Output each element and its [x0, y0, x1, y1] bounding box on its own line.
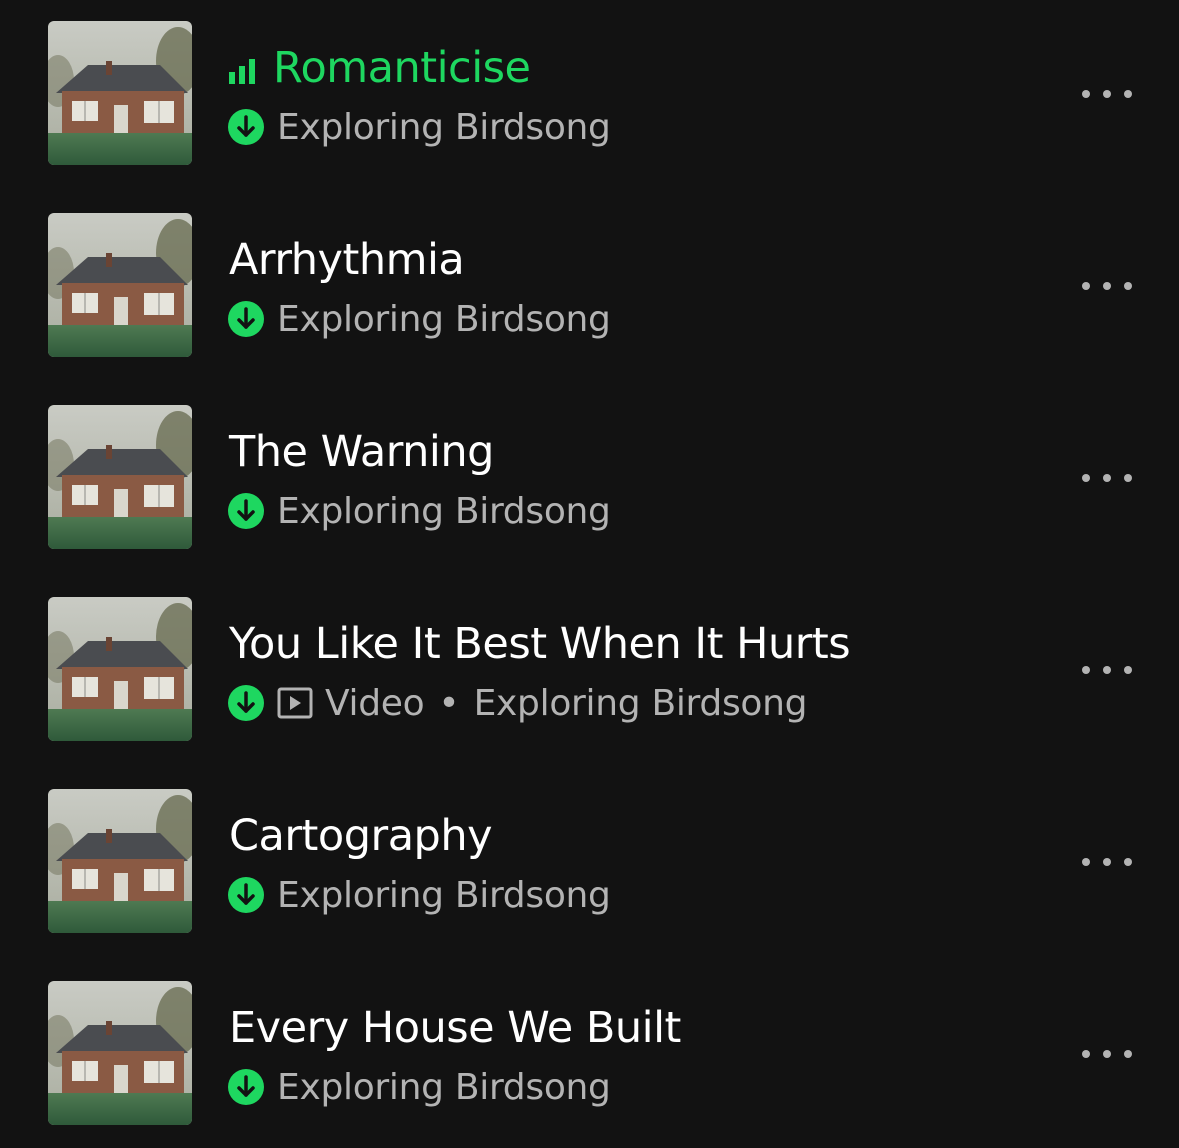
- more-dot: [1124, 474, 1132, 482]
- download-icon: [228, 109, 264, 145]
- track-title-row: Cartography: [229, 808, 493, 864]
- track-subtitle-row: Exploring Birdsong: [227, 1064, 611, 1110]
- track-artist[interactable]: Exploring Birdsong: [474, 683, 808, 724]
- more-dot: [1103, 1050, 1111, 1058]
- download-icon: [228, 301, 264, 337]
- video-icon: [277, 687, 313, 719]
- album-art: [48, 213, 192, 357]
- more-dot: [1082, 858, 1090, 866]
- track-row[interactable]: Romanticise Exploring Birdsong: [0, 0, 1179, 192]
- album-art: [48, 981, 192, 1125]
- track-row[interactable]: The Warning Exploring Birdsong: [0, 384, 1179, 576]
- track-subtitle-row: Video • Exploring Birdsong: [227, 680, 808, 726]
- more-dot: [1124, 1050, 1132, 1058]
- track-title-row: You Like It Best When It Hurts: [229, 616, 851, 672]
- more-options-button[interactable]: [1076, 648, 1138, 692]
- track-row[interactable]: Cartography Exploring Birdsong: [0, 768, 1179, 960]
- more-options-button[interactable]: [1076, 840, 1138, 884]
- more-dot: [1103, 282, 1111, 290]
- download-icon: [228, 1069, 264, 1105]
- track-title: Romanticise: [273, 43, 531, 93]
- track-subtitle-row: Exploring Birdsong: [227, 104, 611, 150]
- track-title: Every House We Built: [229, 1003, 681, 1053]
- track-title-row: The Warning: [229, 424, 494, 480]
- track-subtitle-row: Exploring Birdsong: [227, 296, 611, 342]
- track-subtitle-row: Exploring Birdsong: [227, 488, 611, 534]
- track-artist[interactable]: Exploring Birdsong: [277, 107, 611, 148]
- track-row[interactable]: Arrhythmia Exploring Birdsong: [0, 192, 1179, 384]
- album-art: [48, 21, 192, 165]
- more-options-button[interactable]: [1076, 72, 1138, 116]
- more-dot: [1103, 666, 1111, 674]
- track-title: Cartography: [229, 811, 493, 861]
- more-dot: [1103, 90, 1111, 98]
- more-dot: [1082, 474, 1090, 482]
- more-options-button[interactable]: [1076, 264, 1138, 308]
- equalizer-icon: [229, 58, 259, 84]
- more-dot: [1124, 858, 1132, 866]
- track-row[interactable]: You Like It Best When It Hurts Video • E…: [0, 576, 1179, 768]
- album-art: [48, 597, 192, 741]
- track-title-row: Romanticise: [229, 40, 531, 96]
- track-title-row: Arrhythmia: [229, 232, 465, 288]
- more-dot: [1082, 1050, 1090, 1058]
- download-icon: [228, 685, 264, 721]
- track-artist[interactable]: Exploring Birdsong: [277, 491, 611, 532]
- separator-dot: •: [438, 682, 460, 724]
- album-art: [48, 789, 192, 933]
- more-options-button[interactable]: [1076, 456, 1138, 500]
- track-title-row: Every House We Built: [229, 1000, 681, 1056]
- track-row[interactable]: Every House We Built Exploring Birdsong: [0, 960, 1179, 1148]
- album-art: [48, 405, 192, 549]
- more-dot: [1103, 858, 1111, 866]
- more-dot: [1124, 282, 1132, 290]
- track-title: The Warning: [229, 427, 494, 477]
- download-icon: [228, 493, 264, 529]
- video-label: Video: [325, 682, 425, 724]
- track-subtitle-row: Exploring Birdsong: [227, 872, 611, 918]
- track-list: Romanticise Exploring Birdsong Arrhythmi…: [0, 0, 1179, 1148]
- track-artist[interactable]: Exploring Birdsong: [277, 1067, 611, 1108]
- more-options-button[interactable]: [1076, 1032, 1138, 1076]
- more-dot: [1082, 90, 1090, 98]
- track-title: Arrhythmia: [229, 235, 465, 285]
- more-dot: [1082, 282, 1090, 290]
- download-icon: [228, 877, 264, 913]
- track-title: You Like It Best When It Hurts: [229, 619, 851, 669]
- track-artist[interactable]: Exploring Birdsong: [277, 299, 611, 340]
- more-dot: [1124, 90, 1132, 98]
- more-dot: [1124, 666, 1132, 674]
- more-dot: [1082, 666, 1090, 674]
- track-artist[interactable]: Exploring Birdsong: [277, 875, 611, 916]
- more-dot: [1103, 474, 1111, 482]
